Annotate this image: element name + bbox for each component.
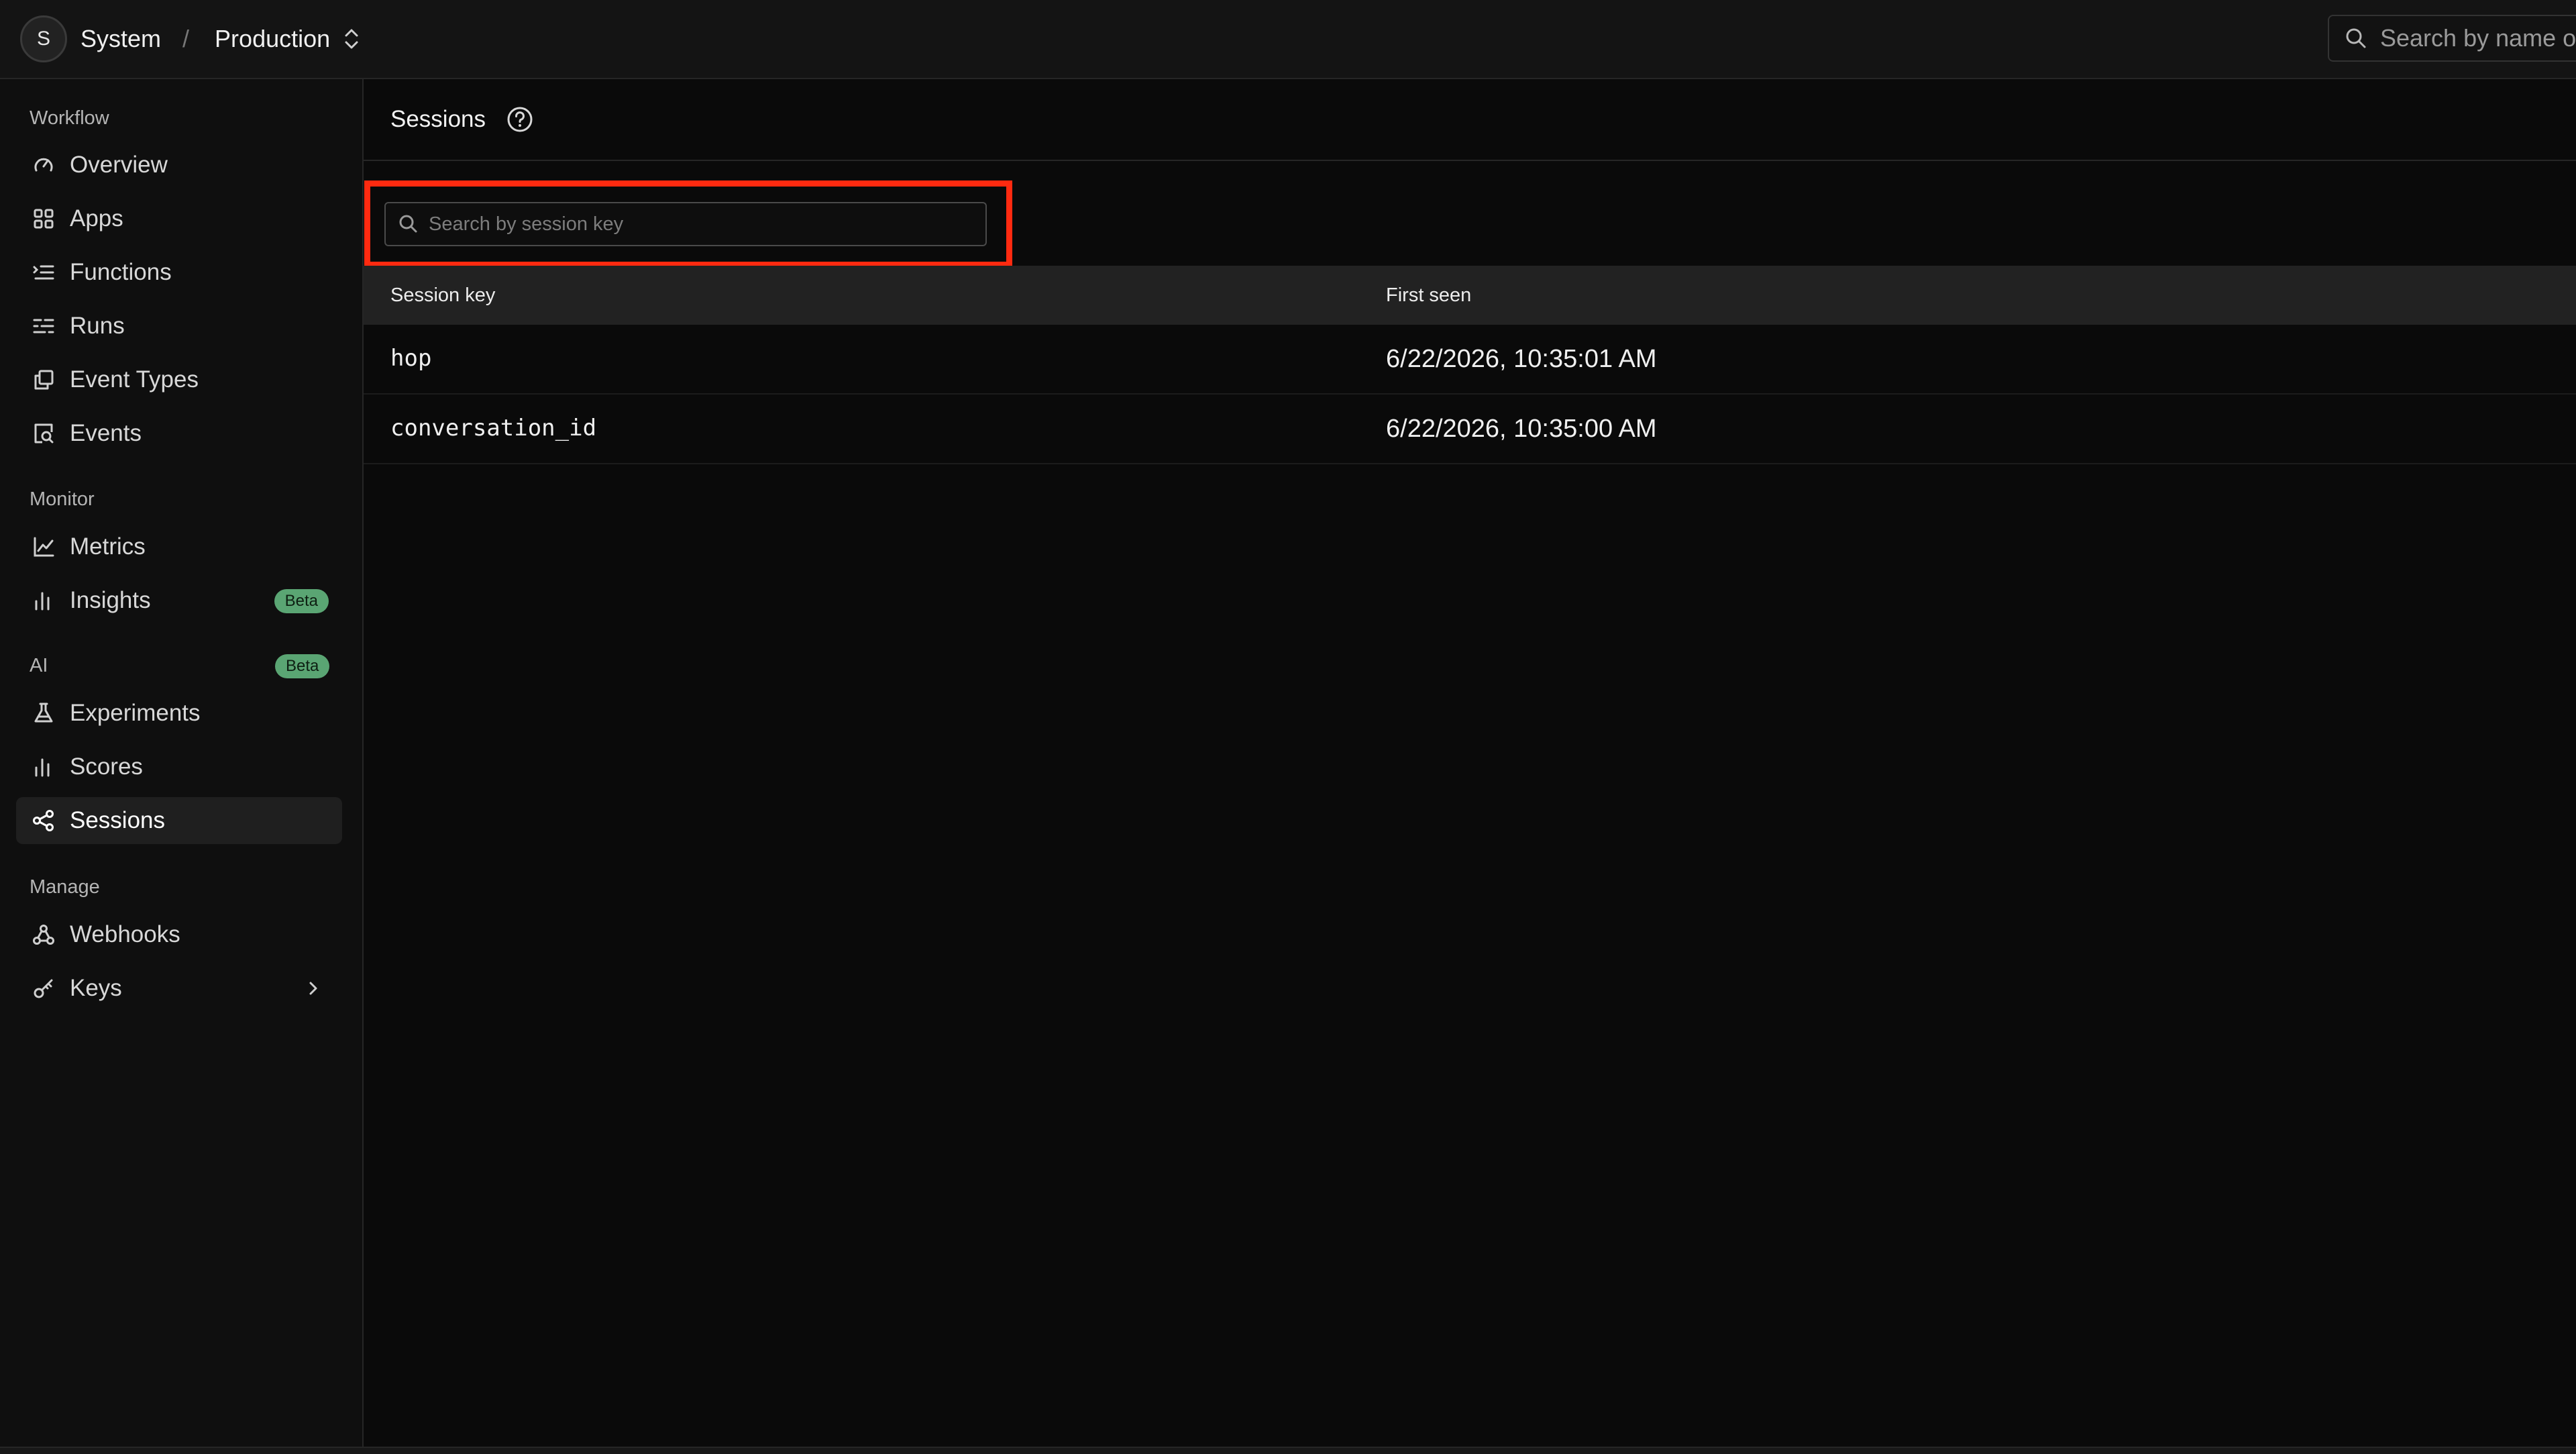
- session-search-field[interactable]: [384, 202, 987, 246]
- session-key-cell: conversation_id: [390, 415, 597, 442]
- sidebar-item-label: Keys: [70, 975, 122, 1001]
- sidebar-item-events[interactable]: Events: [16, 410, 342, 457]
- copy-icon: [31, 367, 56, 393]
- sidebar: Workflow Overview Apps Functions Runs Ev…: [0, 79, 364, 1448]
- sidebar-item-label: Sessions: [70, 807, 166, 833]
- runs-list-icon: [31, 313, 56, 339]
- sidebar-item-label: Experiments: [70, 700, 201, 726]
- org-avatar[interactable]: S: [20, 15, 67, 62]
- sidebar-item-webhooks[interactable]: Webhooks: [16, 911, 342, 958]
- breadcrumb-separator: /: [182, 25, 190, 52]
- app-window: S System / Production Search by name or …: [0, 0, 2576, 1454]
- webhook-icon: [31, 922, 56, 947]
- top-bar: S System / Production Search by name or: [0, 0, 2576, 79]
- sidebar-item-runs[interactable]: Runs: [16, 303, 342, 350]
- sidebar-item-experiments[interactable]: Experiments: [16, 690, 342, 737]
- main-content: Sessions Session key First seen hop 6/22…: [364, 79, 2576, 1448]
- sidebar-item-label: Functions: [70, 259, 172, 285]
- gauge-icon: [31, 152, 56, 178]
- sidebar-item-functions[interactable]: Functions: [16, 249, 342, 296]
- table-row[interactable]: hop 6/22/2026, 10:35:01 AM: [364, 325, 2576, 395]
- global-search-placeholder: Search by name or: [2380, 24, 2576, 52]
- section-label-workflow: Workflow: [30, 107, 109, 129]
- sidebar-item-overview[interactable]: Overview: [16, 142, 342, 189]
- beta-badge: Beta: [275, 654, 330, 678]
- environment-selector[interactable]: Production: [215, 25, 330, 53]
- grid-icon: [31, 206, 56, 231]
- section-label-manage: Manage: [30, 876, 100, 898]
- sidebar-item-keys[interactable]: Keys: [16, 965, 342, 1012]
- line-chart-icon: [31, 534, 56, 560]
- page-header: Sessions: [364, 79, 2576, 161]
- sidebar-item-label: Scores: [70, 754, 143, 780]
- sidebar-item-metrics[interactable]: Metrics: [16, 523, 342, 570]
- sidebar-item-label: Events: [70, 420, 142, 446]
- session-key-cell: hop: [390, 345, 432, 372]
- sidebar-item-label: Metrics: [70, 533, 146, 560]
- chevron-right-icon[interactable]: [303, 977, 323, 1000]
- search-doc-icon: [31, 421, 56, 446]
- page-title: Sessions: [390, 106, 486, 132]
- sidebar-item-insights[interactable]: Insights Beta: [16, 577, 342, 624]
- sidebar-item-apps[interactable]: Apps: [16, 195, 342, 242]
- first-seen-cell: 6/22/2026, 10:35:00 AM: [1386, 415, 1657, 443]
- sidebar-item-scores[interactable]: Scores: [16, 743, 342, 790]
- sidebar-item-label: Overview: [70, 152, 168, 178]
- bar-chart-icon: [31, 588, 56, 613]
- sidebar-item-label: Webhooks: [70, 921, 180, 947]
- global-search-input[interactable]: Search by name or: [2328, 15, 2576, 62]
- sidebar-item-label: Apps: [70, 205, 123, 231]
- first-seen-cell: 6/22/2026, 10:35:01 AM: [1386, 345, 1657, 373]
- sidebar-item-label: Runs: [70, 313, 125, 339]
- search-icon: [2344, 26, 2368, 50]
- sidebar-item-event-types[interactable]: Event Types: [16, 356, 342, 403]
- bottom-border: [0, 1447, 2576, 1454]
- share-nodes-icon: [31, 808, 56, 833]
- help-icon[interactable]: [506, 105, 534, 134]
- table-header: Session key First seen: [364, 266, 2576, 325]
- section-label-ai: AI: [30, 655, 48, 676]
- bar-chart-icon: [31, 754, 56, 780]
- section-label-monitor: Monitor: [30, 488, 95, 510]
- session-search-input[interactable]: [429, 213, 985, 236]
- org-name[interactable]: System: [80, 25, 161, 53]
- beta-badge: Beta: [274, 589, 329, 613]
- column-header-session-key[interactable]: Session key: [390, 284, 495, 307]
- chevron-up-down-icon[interactable]: [342, 25, 361, 52]
- flask-icon: [31, 700, 56, 726]
- search-icon: [398, 213, 419, 235]
- key-icon: [31, 976, 56, 1001]
- table-row[interactable]: conversation_id 6/22/2026, 10:35:00 AM: [364, 395, 2576, 464]
- sidebar-item-label: Insights: [70, 587, 151, 613]
- column-header-first-seen[interactable]: First seen: [1386, 284, 1471, 307]
- list-indent-icon: [31, 260, 56, 285]
- sidebar-item-label: Event Types: [70, 366, 199, 393]
- sidebar-item-sessions[interactable]: Sessions: [16, 797, 342, 844]
